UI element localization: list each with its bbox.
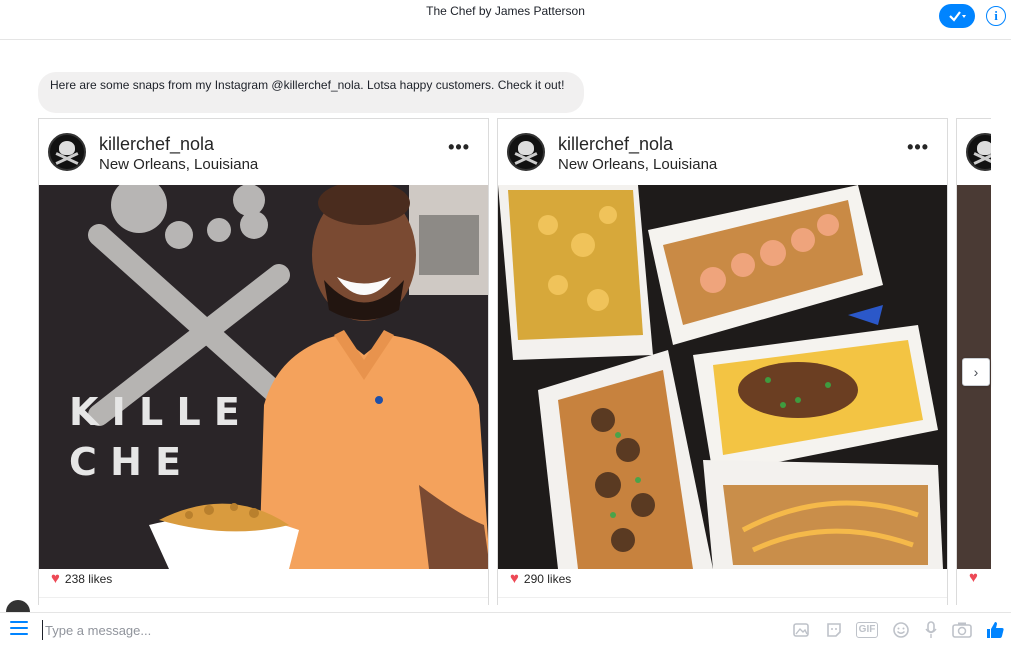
message-input[interactable] bbox=[42, 620, 742, 640]
instagram-card[interactable]: killerchef_nola New Orleans, Louisiana •… bbox=[38, 118, 489, 605]
sticker-icon[interactable] bbox=[823, 620, 845, 640]
likes-row: ♥ 238 likes bbox=[51, 571, 113, 586]
heart-icon[interactable]: ♥ bbox=[510, 571, 519, 586]
heart-icon[interactable]: ♥ bbox=[969, 570, 978, 585]
chevron-right-icon[interactable]: › bbox=[962, 358, 990, 386]
more-icon[interactable]: ••• bbox=[907, 138, 929, 156]
gif-icon[interactable]: GIF bbox=[855, 620, 879, 640]
svg-text:K I L L E: K I L L E bbox=[69, 390, 240, 434]
avatar bbox=[966, 133, 991, 171]
card-username[interactable]: killerchef_nola bbox=[99, 134, 214, 155]
card-photo[interactable]: K I L L E C H E bbox=[39, 185, 488, 569]
emoji-icon[interactable] bbox=[890, 620, 912, 640]
avatar bbox=[6, 600, 30, 612]
conversation-title: The Chef by James Patterson bbox=[426, 4, 585, 18]
compose-bar: GIF bbox=[0, 612, 1011, 645]
avatar bbox=[48, 133, 86, 171]
check-icon[interactable] bbox=[939, 4, 975, 28]
card-username[interactable]: killerchef_nola bbox=[558, 134, 673, 155]
card-location: New Orleans, Louisiana bbox=[558, 156, 718, 173]
card-header bbox=[957, 119, 991, 185]
camera-icon[interactable] bbox=[951, 620, 973, 640]
info-icon[interactable]: i bbox=[986, 6, 1006, 26]
card-header: killerchef_nola New Orleans, Louisiana •… bbox=[39, 119, 488, 185]
more-icon[interactable]: ••• bbox=[448, 138, 470, 156]
svg-text:C H E: C H E bbox=[69, 440, 181, 484]
likes-count: 290 likes bbox=[523, 572, 572, 586]
likes-count: 238 likes bbox=[64, 572, 113, 586]
like-icon[interactable] bbox=[984, 620, 1006, 640]
divider bbox=[498, 597, 947, 598]
instagram-card[interactable]: killerchef_nola New Orleans, Louisiana •… bbox=[497, 118, 948, 605]
likes-row: ♥ bbox=[969, 570, 978, 585]
likes-row: ♥ 290 likes bbox=[510, 571, 572, 586]
image-icon[interactable] bbox=[790, 620, 812, 640]
conversation-header: The Chef by James Patterson i bbox=[0, 0, 1011, 40]
card-photo[interactable] bbox=[498, 185, 947, 569]
microphone-icon[interactable] bbox=[920, 620, 942, 640]
menu-icon[interactable] bbox=[10, 621, 28, 635]
messenger-window: The Chef by James Patterson i Here are s… bbox=[0, 0, 1011, 645]
message-bubble: Here are some snaps from my Instagram @k… bbox=[38, 72, 584, 113]
instagram-carousel: killerchef_nola New Orleans, Louisiana •… bbox=[38, 118, 991, 605]
card-header: killerchef_nola New Orleans, Louisiana •… bbox=[498, 119, 947, 185]
card-location: New Orleans, Louisiana bbox=[99, 156, 259, 173]
avatar bbox=[507, 133, 545, 171]
heart-icon[interactable]: ♥ bbox=[51, 571, 60, 586]
divider bbox=[39, 597, 488, 598]
